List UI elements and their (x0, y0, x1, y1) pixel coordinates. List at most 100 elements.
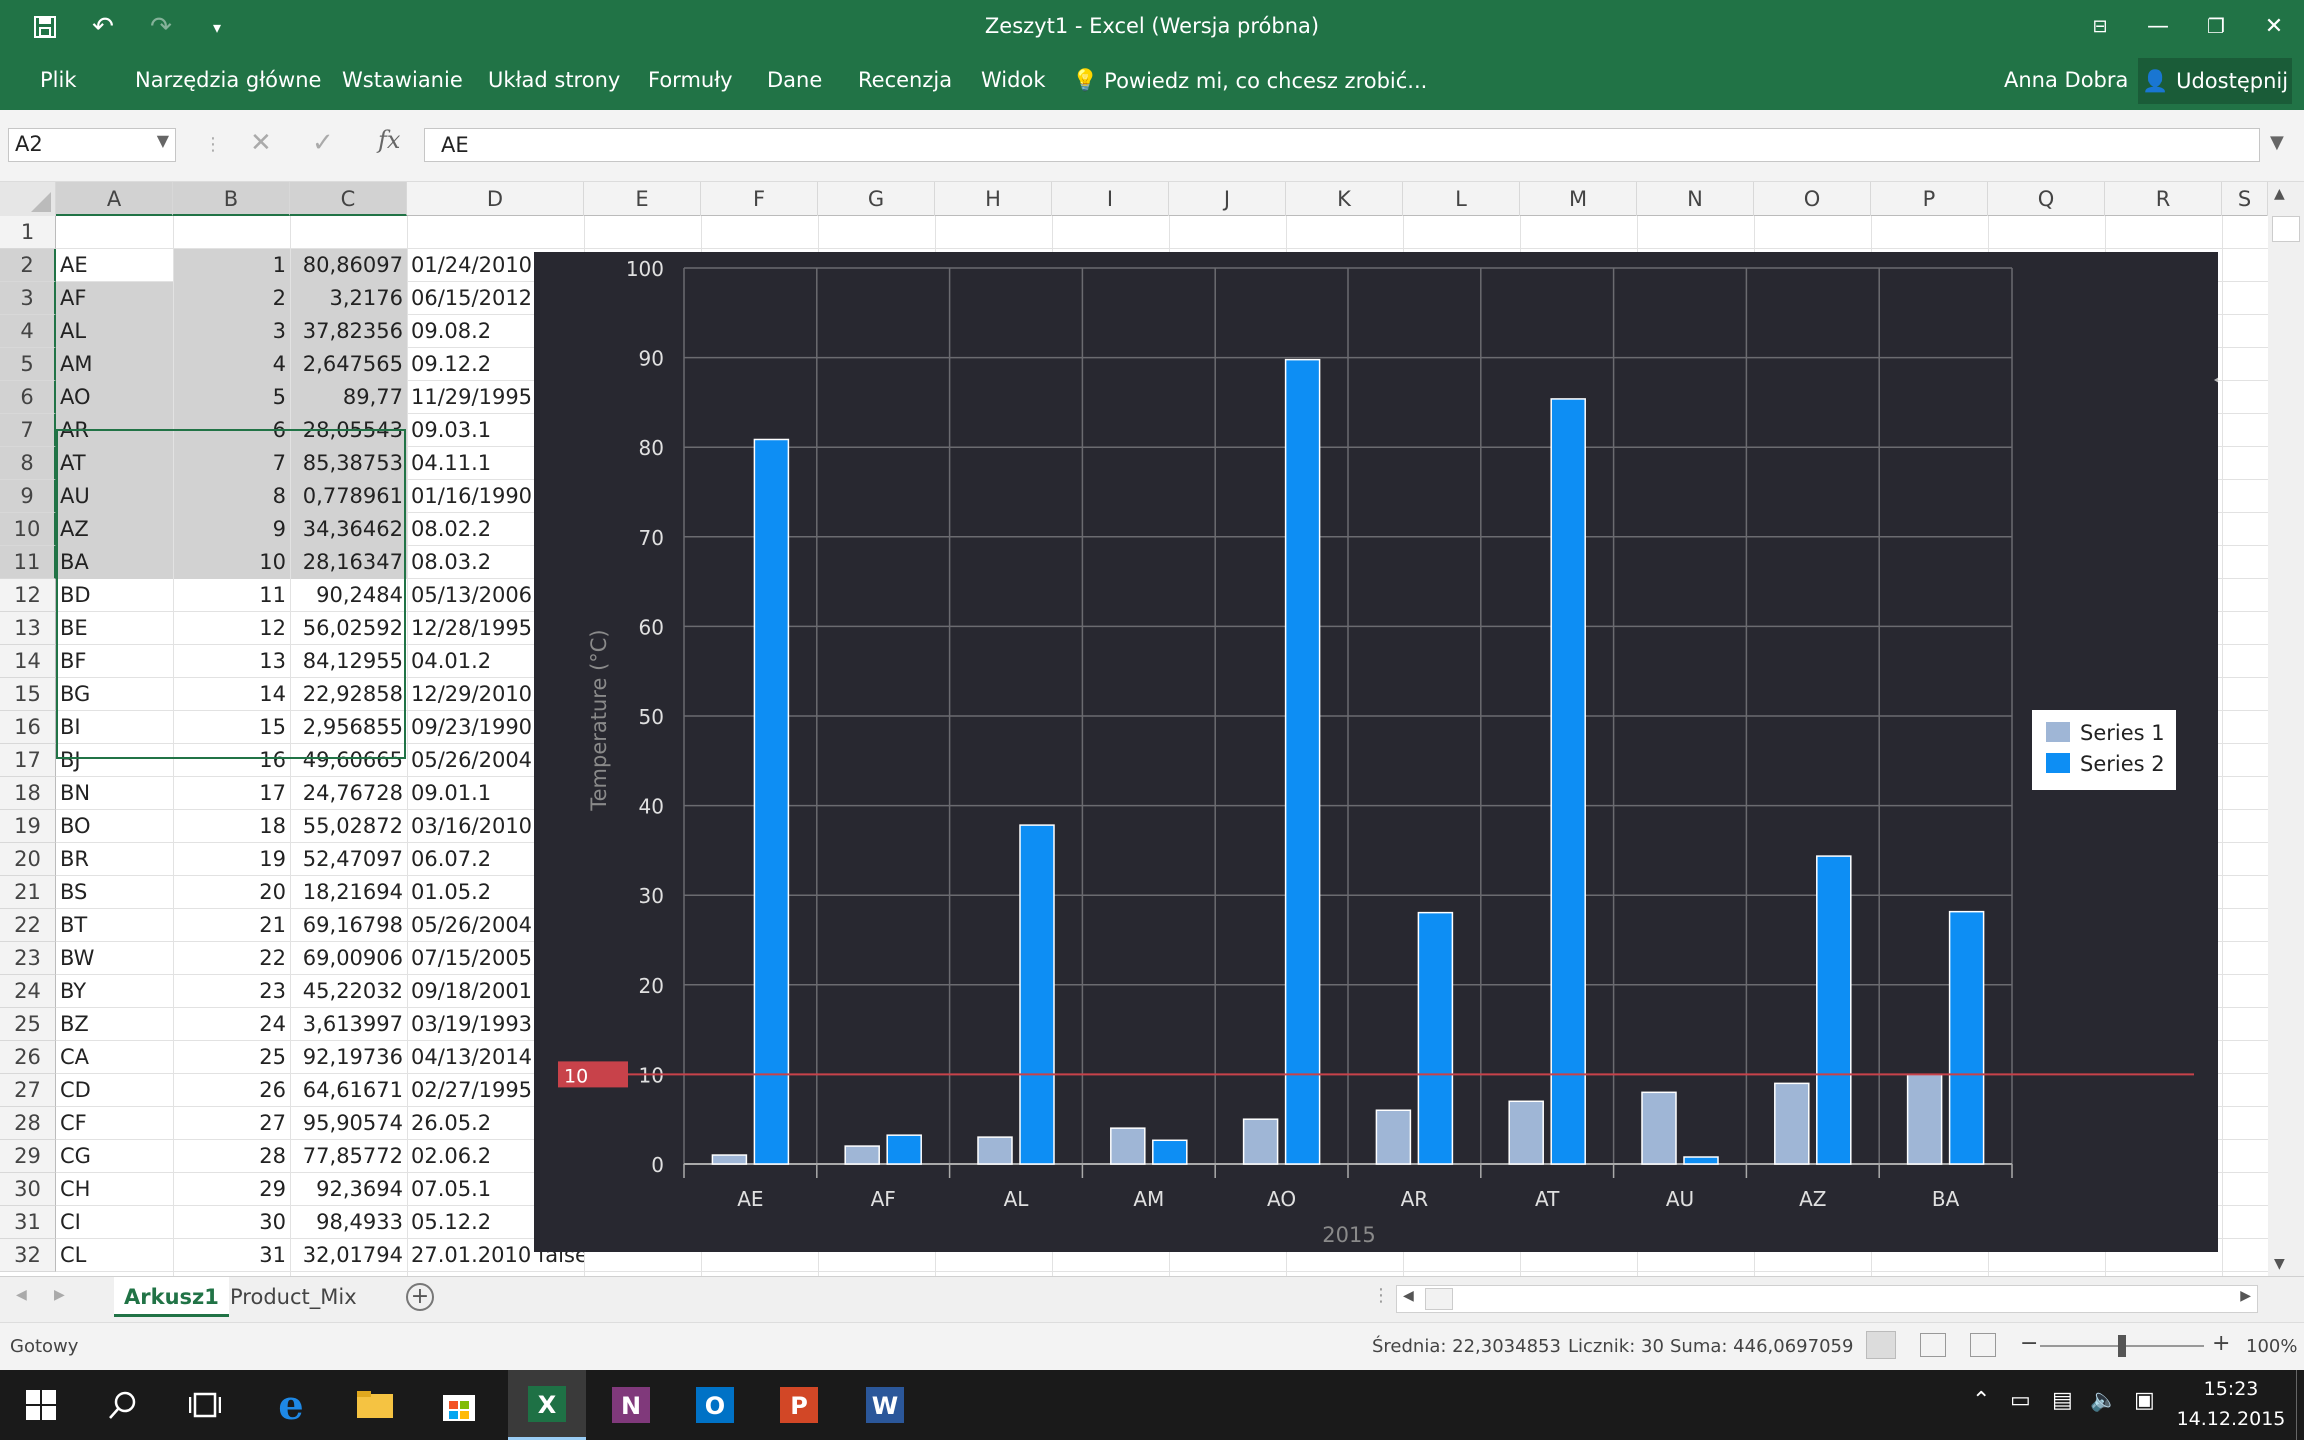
tab-review[interactable]: Recenzja (858, 68, 952, 92)
horizontal-scroll-thumb[interactable] (1425, 1288, 1453, 1310)
tab-file[interactable]: Plik (40, 68, 77, 92)
row-header[interactable]: 12 (0, 579, 56, 612)
bar-1-af[interactable] (844, 1145, 880, 1165)
column-header-n[interactable]: N (1637, 182, 1754, 216)
chart-area[interactable]: 0 10 20 30 40 50 60 70 80 90 100 AE AF AL AM AO AR AT AU A… (534, 252, 2224, 1252)
outlook-icon[interactable]: O (676, 1370, 754, 1440)
enter-icon[interactable]: ✓ (312, 128, 334, 158)
bar-1-ba[interactable] (1906, 1073, 1943, 1165)
battery-icon[interactable]: ▭ (2010, 1388, 2031, 1413)
bar-1-am[interactable] (1110, 1127, 1146, 1165)
column-header-b[interactable]: B (173, 182, 290, 216)
bar-2-al[interactable] (1019, 824, 1055, 1165)
column-header-e[interactable]: E (584, 182, 701, 216)
row-header[interactable]: 22 (0, 909, 56, 942)
cell-c[interactable]: 64,61671 (290, 1074, 407, 1107)
scroll-right-icon[interactable]: ▶ (2240, 1288, 2251, 1304)
tell-me-box[interactable]: 💡 Powiedz mi, co chcesz zrobić... (1072, 68, 1427, 93)
cell-c[interactable]: 55,02872 (290, 810, 407, 843)
row-header[interactable]: 32 (0, 1239, 56, 1272)
cell-a[interactable]: CG (56, 1140, 173, 1173)
column-header-j[interactable]: J (1169, 182, 1286, 216)
cell-c[interactable]: 56,02592 (290, 612, 407, 645)
column-header-g[interactable]: G (818, 182, 935, 216)
cell-a[interactable]: AO (56, 381, 173, 414)
sheet-tab-arkusz1[interactable]: Arkusz1 (114, 1277, 229, 1317)
cell-a[interactable]: AZ (56, 513, 173, 546)
cell-b[interactable]: 29 (173, 1173, 290, 1206)
row-header[interactable]: 23 (0, 942, 56, 975)
select-all-corner[interactable] (0, 182, 56, 216)
cell-a[interactable]: BY (56, 975, 173, 1008)
bar-1-ar[interactable] (1375, 1109, 1412, 1165)
clock-date[interactable]: 14.12.2015 (2176, 1408, 2286, 1430)
bar-1-ao[interactable] (1242, 1118, 1279, 1165)
row-header[interactable]: 4 (0, 315, 56, 348)
tab-home[interactable]: Narzędzia główne (135, 68, 321, 92)
row-header[interactable]: 29 (0, 1140, 56, 1173)
column-header-r[interactable]: R (2105, 182, 2222, 216)
cancel-icon[interactable]: ✕ (250, 128, 272, 158)
cell-b[interactable]: 25 (173, 1041, 290, 1074)
column-header-q[interactable]: Q (1988, 182, 2105, 216)
zoom-slider-thumb[interactable] (2118, 1335, 2126, 1357)
tab-splitter-icon[interactable]: ⋮ (1372, 1285, 1390, 1306)
cell-c[interactable]: 69,16798 (290, 909, 407, 942)
network-icon[interactable]: ▤ (2052, 1388, 2073, 1413)
page-break-view-icon[interactable] (1970, 1333, 1996, 1357)
column-header-i[interactable]: I (1052, 182, 1169, 216)
column-header-k[interactable]: K (1286, 182, 1403, 216)
row-header[interactable]: 10 (0, 513, 56, 546)
cell-b[interactable]: 20 (173, 876, 290, 909)
cell-b[interactable]: 23 (173, 975, 290, 1008)
cell-b[interactable]: 24 (173, 1008, 290, 1041)
row-header[interactable]: 3 (0, 282, 56, 315)
cell-b[interactable]: 10 (173, 546, 290, 579)
cell-c[interactable] (290, 216, 407, 249)
row-header[interactable]: 31 (0, 1206, 56, 1239)
task-view-icon[interactable] (166, 1370, 244, 1440)
row-header[interactable]: 2 (0, 249, 56, 282)
chart-svg[interactable]: 0102030405060708090100 AE AF AL AM AO AR AT AU A… (534, 252, 2224, 1252)
cell-b[interactable]: 13 (173, 645, 290, 678)
cell-b[interactable]: 15 (173, 711, 290, 744)
column-header-f[interactable]: F (701, 182, 818, 216)
show-desktop-button[interactable] (2296, 1370, 2304, 1440)
cell-a[interactable]: CI (56, 1206, 173, 1239)
scroll-sheets-left-icon[interactable]: ◀ (16, 1287, 27, 1303)
cell-b[interactable]: 26 (173, 1074, 290, 1107)
cell-c[interactable]: 32,01794 (290, 1239, 407, 1272)
onenote-icon[interactable]: N (592, 1370, 670, 1440)
clock-time[interactable]: 15:23 (2186, 1378, 2276, 1400)
column-header-d[interactable]: D (407, 182, 584, 216)
cell-a[interactable]: BA (56, 546, 173, 579)
cell-b[interactable]: 2 (173, 282, 290, 315)
cell-b[interactable]: 7 (173, 447, 290, 480)
row-header[interactable]: 16 (0, 711, 56, 744)
cell-c[interactable]: 2,956855 (290, 711, 407, 744)
row-header[interactable]: 26 (0, 1041, 56, 1074)
cell-a[interactable]: CD (56, 1074, 173, 1107)
cell-b[interactable]: 5 (173, 381, 290, 414)
cell-a[interactable]: AT (56, 447, 173, 480)
column-header-l[interactable]: L (1403, 182, 1520, 216)
close-icon[interactable]: ✕ (2244, 6, 2304, 46)
cell-b[interactable]: 27 (173, 1107, 290, 1140)
cell-c[interactable]: 34,36462 (290, 513, 407, 546)
cell-a[interactable]: AU (56, 480, 173, 513)
row-header[interactable]: 28 (0, 1107, 56, 1140)
cell-b[interactable]: 9 (173, 513, 290, 546)
bar-2-ar[interactable] (1417, 911, 1454, 1165)
cell-c[interactable]: 49,60665 (290, 744, 407, 777)
excel-taskbar-icon[interactable]: X (508, 1370, 586, 1440)
cell-a[interactable]: AL (56, 315, 173, 348)
cell-a[interactable]: AF (56, 282, 173, 315)
column-header-a[interactable]: A (56, 182, 173, 216)
cell-a[interactable]: BO (56, 810, 173, 843)
cell-c[interactable]: 24,76728 (290, 777, 407, 810)
row-header[interactable]: 17 (0, 744, 56, 777)
minimize-icon[interactable]: — (2128, 6, 2188, 46)
scroll-left-icon[interactable]: ◀ (1403, 1288, 1414, 1304)
row-header[interactable]: 19 (0, 810, 56, 843)
row-header[interactable]: 30 (0, 1173, 56, 1206)
